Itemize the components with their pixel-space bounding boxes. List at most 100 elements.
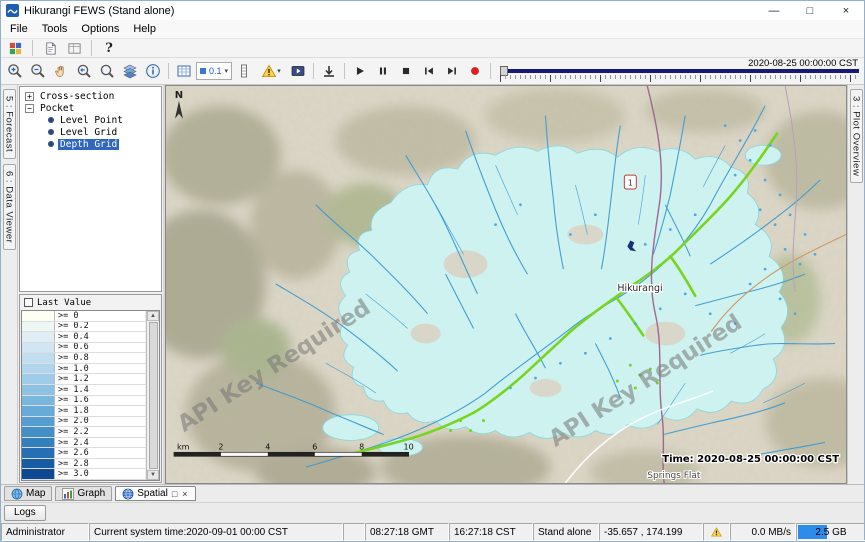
legend-row[interactable]: >= 2.4 (22, 438, 146, 449)
app-logo-icon (6, 4, 19, 17)
legend-swatch (22, 427, 55, 437)
legend-row[interactable]: >= 2.8 (22, 459, 146, 470)
menu-bar: File Tools Options Help (1, 20, 864, 38)
info-button[interactable] (142, 60, 164, 82)
database-icon[interactable] (5, 39, 25, 57)
play-button[interactable] (349, 60, 371, 82)
legend-row[interactable]: >= 0.2 (22, 322, 146, 333)
legend-scrollbar[interactable]: ▲ ▼ (146, 311, 159, 480)
time-slider[interactable]: 2020-08-25 00:00:00 CST (500, 58, 861, 84)
time-slider-track[interactable] (500, 69, 859, 73)
chevron-down-icon: ▾ (225, 67, 229, 75)
legend-swatch (22, 459, 55, 469)
map-canvas[interactable]: 1 Hikurangi Springs Flat API Key Require… (166, 86, 846, 483)
layers-button[interactable] (119, 60, 141, 82)
scale-unit: km (177, 442, 190, 451)
legend-title: Last Value (37, 298, 91, 308)
tab-forecast[interactable]: 5 : Forecast (3, 89, 16, 159)
help-button[interactable]: ? (99, 39, 119, 57)
tree-node-label[interactable]: Pocket (38, 103, 76, 114)
tab-map[interactable]: Map (4, 486, 52, 501)
legend-swatch (22, 417, 55, 427)
town-label: Hikurangi (617, 283, 662, 294)
first-frame-button[interactable] (418, 60, 440, 82)
map-time-label: Time: 2020-08-25 00:00:00 CST (662, 454, 839, 465)
legend-row[interactable]: >= 2.0 (22, 417, 146, 428)
legend-value: >= 3.0 (55, 469, 146, 479)
thresholds-dropdown-button[interactable]: ▾ (256, 60, 286, 82)
highway-shield: 1 (624, 175, 636, 189)
detach-tab-icon[interactable]: □ (171, 489, 178, 499)
legend-row[interactable]: >= 1.8 (22, 406, 146, 417)
tab-plot-overview[interactable]: 3 : Plot Overview (850, 89, 863, 183)
zoom-in-button[interactable] (4, 60, 26, 82)
logs-button[interactable]: Logs (4, 505, 46, 521)
bottom-tab-bar: Map Graph Spatial □ × (1, 484, 864, 502)
legend-row[interactable]: >= 3.0 (22, 469, 146, 480)
expand-icon[interactable]: + (25, 92, 34, 101)
tree-leaf-level-grid[interactable]: Level Grid (20, 126, 161, 138)
tab-spatial[interactable]: Spatial □ × (115, 486, 195, 501)
tree-leaf-label[interactable]: Level Point (58, 115, 125, 126)
legend-row[interactable]: >= 1.4 (22, 385, 146, 396)
legend-row[interactable]: >= 1.0 (22, 364, 146, 375)
stop-button[interactable] (395, 60, 417, 82)
toolbar-separator (91, 40, 92, 56)
tree-leaf-level-point[interactable]: Level Point (20, 114, 161, 126)
legend-row[interactable]: >= 1.6 (22, 396, 146, 407)
scrollbar-thumb[interactable] (149, 322, 158, 469)
menu-options[interactable]: Options (74, 22, 126, 36)
tree-leaf-label[interactable]: Level Grid (58, 127, 119, 138)
map-view[interactable]: 1 Hikurangi Springs Flat API Key Require… (165, 85, 847, 484)
grid-display-button[interactable] (173, 60, 195, 82)
legend-row[interactable]: >= 0.8 (22, 353, 146, 364)
legend-row[interactable]: >= 2.6 (22, 448, 146, 459)
minimize-button[interactable]: — (756, 1, 792, 20)
legend-row[interactable]: >= 0 (22, 311, 146, 322)
zoom-previous-button[interactable] (73, 60, 95, 82)
tab-graph[interactable]: Graph (55, 486, 112, 501)
animation-button[interactable] (287, 60, 309, 82)
tab-data-viewer[interactable]: 6 : Data Viewer (3, 164, 16, 250)
status-system-time: Current system time:2020-09-01 00:00 CST (89, 523, 343, 541)
tree-node-label[interactable]: Cross-section (38, 91, 116, 102)
collapse-icon[interactable]: − (25, 104, 34, 113)
menu-help[interactable]: Help (126, 22, 163, 36)
tree-node-cross-section[interactable]: + Cross-section (20, 90, 161, 102)
layer-dot-icon (48, 117, 54, 123)
document-icon[interactable] (40, 39, 60, 57)
maximize-button[interactable]: □ (792, 1, 828, 20)
scale-tick: 4 (265, 442, 270, 451)
tree-leaf-depth-grid[interactable]: Depth Grid (20, 138, 161, 150)
legend-row[interactable]: >= 0.6 (22, 343, 146, 354)
last-frame-button[interactable] (441, 60, 463, 82)
zoom-extent-button[interactable] (96, 60, 118, 82)
scroll-down-icon[interactable]: ▼ (147, 470, 159, 480)
tree-node-pocket[interactable]: − Pocket (20, 102, 161, 114)
contour-interval-combo[interactable]: 0.1 ▾ (196, 62, 232, 80)
record-button[interactable] (464, 60, 486, 82)
title-bar[interactable]: Hikurangi FEWS (Stand alone) — □ × (1, 1, 864, 20)
scroll-up-icon[interactable]: ▲ (147, 311, 159, 321)
legend-rows: >= 0 >= 0.2 >= 0.4 >= 0.6 >= 0.8 >= 1.0 … (22, 311, 146, 480)
pause-button[interactable] (372, 60, 394, 82)
close-button[interactable]: × (828, 1, 864, 20)
scale-legend-button[interactable] (233, 60, 255, 82)
export-animation-button[interactable] (318, 60, 340, 82)
zoom-out-button[interactable] (27, 60, 49, 82)
menu-file[interactable]: File (3, 22, 35, 36)
status-memory[interactable]: 2.5 GB (796, 523, 865, 541)
legend-row[interactable]: >= 0.4 (22, 332, 146, 343)
last-value-checkbox[interactable] (24, 298, 33, 307)
table-icon[interactable] (64, 39, 84, 57)
pan-button[interactable] (50, 60, 72, 82)
status-warning[interactable] (703, 523, 730, 541)
legend-swatch (22, 353, 55, 363)
menu-tools[interactable]: Tools (35, 22, 75, 36)
legend-row[interactable]: >= 1.2 (22, 374, 146, 385)
tree-leaf-label-selected[interactable]: Depth Grid (58, 139, 119, 150)
logs-row: Logs (1, 502, 864, 523)
compass-label: N (175, 90, 183, 101)
close-tab-icon[interactable]: × (181, 489, 188, 499)
legend-row[interactable]: >= 2.2 (22, 427, 146, 438)
